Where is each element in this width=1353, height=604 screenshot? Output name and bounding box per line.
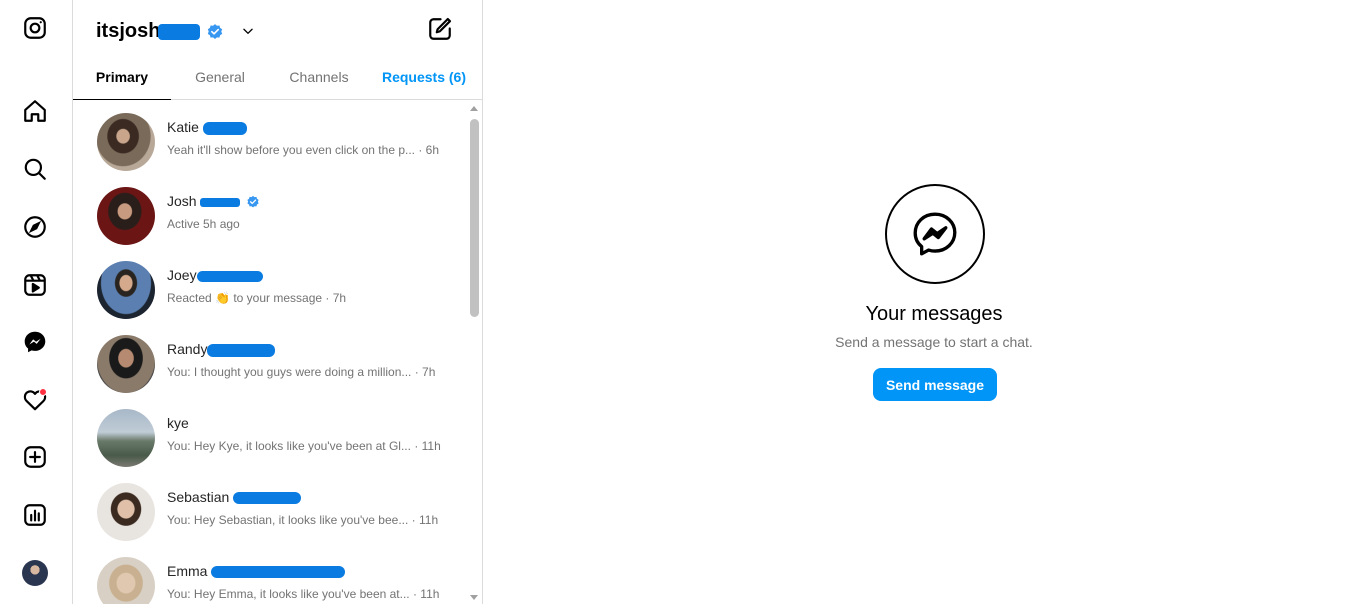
inbox-header: itsjosh: [73, 0, 483, 62]
conversation-item[interactable]: Emma You: Hey Emma, it looks like you've…: [73, 549, 468, 604]
avatar: [97, 261, 155, 319]
message-preview: You: Hey Emma, it looks like you've been…: [167, 587, 440, 601]
send-message-button[interactable]: Send message: [873, 368, 997, 401]
nav-rail: [0, 0, 73, 604]
create-icon[interactable]: [20, 442, 50, 472]
inbox-panel: itsjosh Primary General Channels Request…: [73, 0, 483, 604]
conversation-item[interactable]: kye You: Hey Kye, it looks like you've b…: [73, 401, 468, 475]
scroll-up-arrow-icon[interactable]: [470, 106, 478, 111]
avatar: [97, 113, 155, 171]
heart-icon[interactable]: [20, 385, 50, 415]
conversation-item[interactable]: Randy You: I thought you guys were doing…: [73, 327, 468, 401]
contact-name: Joey: [167, 267, 197, 283]
contact-name: Emma: [167, 563, 208, 579]
conversation-item[interactable]: Sebastian You: Hey Sebastian, it looks l…: [73, 475, 468, 549]
notification-dot: [39, 388, 47, 396]
home-icon[interactable]: [20, 96, 50, 126]
message-view: Your messages Send a message to start a …: [484, 0, 1353, 604]
tab-channels[interactable]: Channels: [269, 62, 369, 100]
redaction-mark: [196, 270, 263, 282]
empty-state-subtitle: Send a message to start a chat.: [835, 334, 1033, 350]
avatar: [97, 187, 155, 245]
conversation-item[interactable]: Katie Yeah it'll show before you even cl…: [73, 105, 468, 179]
conversation-scrollbar[interactable]: [467, 101, 482, 604]
username: itsjosh: [96, 20, 161, 42]
explore-icon[interactable]: [20, 212, 50, 242]
redaction-mark: [233, 492, 302, 505]
dashboard-icon[interactable]: [20, 500, 50, 530]
conversation-item[interactable]: Joey Reacted 👏 to your message · 7h: [73, 253, 468, 327]
scroll-down-arrow-icon[interactable]: [470, 595, 478, 600]
chevron-down-icon[interactable]: [241, 24, 255, 38]
avatar: [97, 335, 155, 393]
instagram-icon[interactable]: [20, 13, 50, 43]
inbox-tabs: Primary General Channels Requests (6): [73, 62, 483, 100]
contact-name: Josh: [167, 193, 197, 209]
redaction-mark: [200, 197, 241, 207]
avatar: [97, 483, 155, 541]
active-status: Active 5h ago: [167, 217, 240, 231]
message-preview: You: Hey Kye, it looks like you've been …: [167, 439, 441, 453]
message-preview: Reacted 👏 to your message · 7h: [167, 291, 347, 305]
reels-icon[interactable]: [20, 270, 50, 300]
messenger-icon-circle: [885, 184, 985, 284]
message-preview: Yeah it'll show before you even click on…: [167, 143, 440, 157]
avatar: [97, 409, 155, 467]
emoji-reaction-icon: 👏: [215, 291, 230, 305]
messenger-icon[interactable]: [20, 327, 50, 357]
redaction-mark: [202, 121, 247, 135]
contact-name: Sebastian: [167, 489, 230, 505]
conversation-item[interactable]: Josh Active 5h ago: [73, 179, 468, 253]
tab-primary[interactable]: Primary: [73, 62, 171, 100]
profile-avatar[interactable]: [22, 560, 48, 586]
tab-general[interactable]: General: [171, 62, 269, 100]
message-preview: You: I thought you guys were doing a mil…: [167, 365, 436, 379]
redaction-mark: [158, 23, 201, 40]
search-icon[interactable]: [20, 154, 50, 184]
verified-badge-icon: [247, 196, 259, 208]
conversation-list: Katie Yeah it'll show before you even cl…: [73, 101, 483, 604]
empty-state-title: Your messages: [865, 303, 1003, 325]
redaction-mark: [211, 566, 346, 579]
redaction-mark: [207, 343, 276, 357]
message-preview: You: Hey Sebastian, it looks like you've…: [167, 513, 439, 527]
scrollbar-thumb[interactable]: [470, 119, 479, 317]
verified-badge-icon: [207, 23, 223, 39]
contact-name: Randy: [167, 341, 208, 357]
compose-icon[interactable]: [427, 16, 453, 42]
tab-requests[interactable]: Requests (6): [369, 62, 479, 100]
contact-name: kye: [167, 415, 189, 431]
avatar: [97, 557, 155, 604]
contact-name: Katie: [167, 119, 199, 135]
account-switcher[interactable]: itsjosh: [96, 20, 224, 43]
messenger-outline-icon: [913, 212, 957, 256]
